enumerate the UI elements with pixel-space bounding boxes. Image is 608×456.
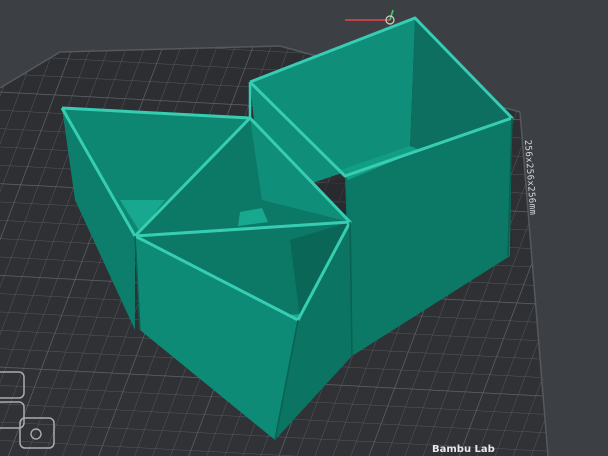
- 3d-viewport[interactable]: 256x256x256mm Bambu Lab: [0, 0, 608, 456]
- plate-brand-label: Bambu Lab: [432, 444, 495, 455]
